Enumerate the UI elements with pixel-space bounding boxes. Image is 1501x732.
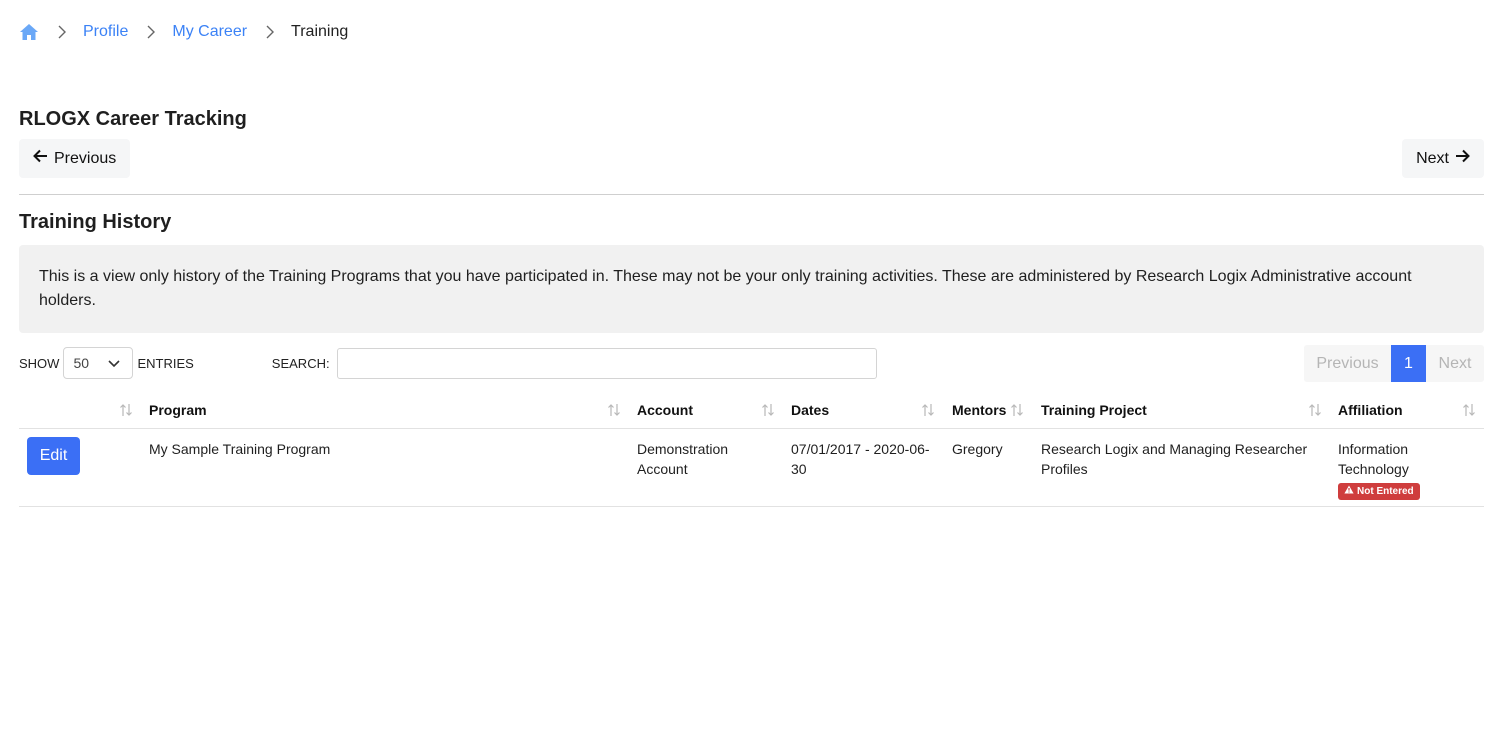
arrow-left-icon <box>33 149 48 168</box>
search-input[interactable] <box>336 347 877 379</box>
sort-icon[interactable] <box>1010 403 1024 417</box>
entries-select[interactable]: 50 <box>63 347 134 379</box>
column-header-affiliation[interactable]: Affiliation <box>1338 392 1403 428</box>
chevron-right-icon <box>144 25 158 39</box>
pagination: Previous 1 Next <box>1304 345 1484 382</box>
column-header-dates[interactable]: Dates <box>791 392 829 428</box>
sort-icon[interactable] <box>1308 403 1322 417</box>
search-label: SEARCH: <box>271 355 330 371</box>
chevron-right-icon <box>263 25 277 39</box>
sort-icon[interactable] <box>761 403 775 417</box>
table-body: Edit My Sample Training Program Demonstr… <box>19 429 1484 507</box>
info-message: This is a view only history of the Train… <box>19 245 1484 333</box>
cell-dates: 07/01/2017 - 2020-06-30 <box>791 441 930 477</box>
table-controls: SHOW 50 ENTRIES SEARCH: <box>19 347 877 379</box>
training-table: Program Account Dates Mentors Training P… <box>19 392 1484 507</box>
table-row: Edit My Sample Training Program Demonstr… <box>19 429 1484 507</box>
show-label: SHOW <box>19 355 60 371</box>
breadcrumb-my-career-link[interactable]: My Career <box>172 23 247 41</box>
next-button[interactable]: Next <box>1402 139 1484 178</box>
cell-program: My Sample Training Program <box>149 441 331 457</box>
affiliation-text: Information Technology <box>1338 441 1409 477</box>
entries-select-value: 50 <box>73 355 90 371</box>
previous-button-label: Previous <box>54 149 117 167</box>
table-header: Program Account Dates Mentors Training P… <box>19 392 1484 429</box>
next-button-label: Next <box>1416 149 1449 167</box>
pagination-page-1[interactable]: 1 <box>1391 345 1426 382</box>
previous-button[interactable]: Previous <box>19 139 131 178</box>
divider <box>19 194 1484 195</box>
pagination-previous[interactable]: Previous <box>1304 345 1391 382</box>
chevron-right-icon <box>55 25 69 39</box>
page-title: RLOGX Career Tracking <box>19 108 247 130</box>
arrow-right-icon <box>1455 149 1470 168</box>
column-header-program[interactable]: Program <box>149 392 207 428</box>
sort-icon[interactable] <box>921 403 935 417</box>
breadcrumb-current: Training <box>291 23 349 40</box>
column-header-account[interactable]: Account <box>637 392 693 428</box>
home-icon[interactable] <box>19 22 39 42</box>
column-header-training-project[interactable]: Training Project <box>1041 392 1147 428</box>
sort-icon[interactable] <box>607 403 621 417</box>
breadcrumb-profile-link[interactable]: Profile <box>83 23 128 41</box>
sort-icon[interactable] <box>119 403 133 417</box>
cell-affiliation: Information Technology Not Entered <box>1338 439 1468 500</box>
sort-icon[interactable] <box>1462 403 1476 417</box>
warning-icon <box>1344 483 1354 500</box>
pagination-next[interactable]: Next <box>1426 345 1484 382</box>
breadcrumb: Profile My Career Training <box>19 20 348 44</box>
column-header-mentors[interactable]: Mentors <box>952 392 1006 428</box>
entries-label: ENTRIES <box>137 355 194 371</box>
edit-button[interactable]: Edit <box>27 437 80 475</box>
cell-account: Demonstration Account <box>637 441 729 477</box>
chevron-down-icon <box>108 355 121 371</box>
status-badge-label: Not Entered <box>1357 486 1414 497</box>
status-badge: Not Entered <box>1338 483 1420 500</box>
cell-mentors: Gregory <box>952 441 1003 457</box>
section-title: Training History <box>19 211 172 233</box>
cell-training-project: Research Logix and Managing Researcher P… <box>1041 441 1308 477</box>
